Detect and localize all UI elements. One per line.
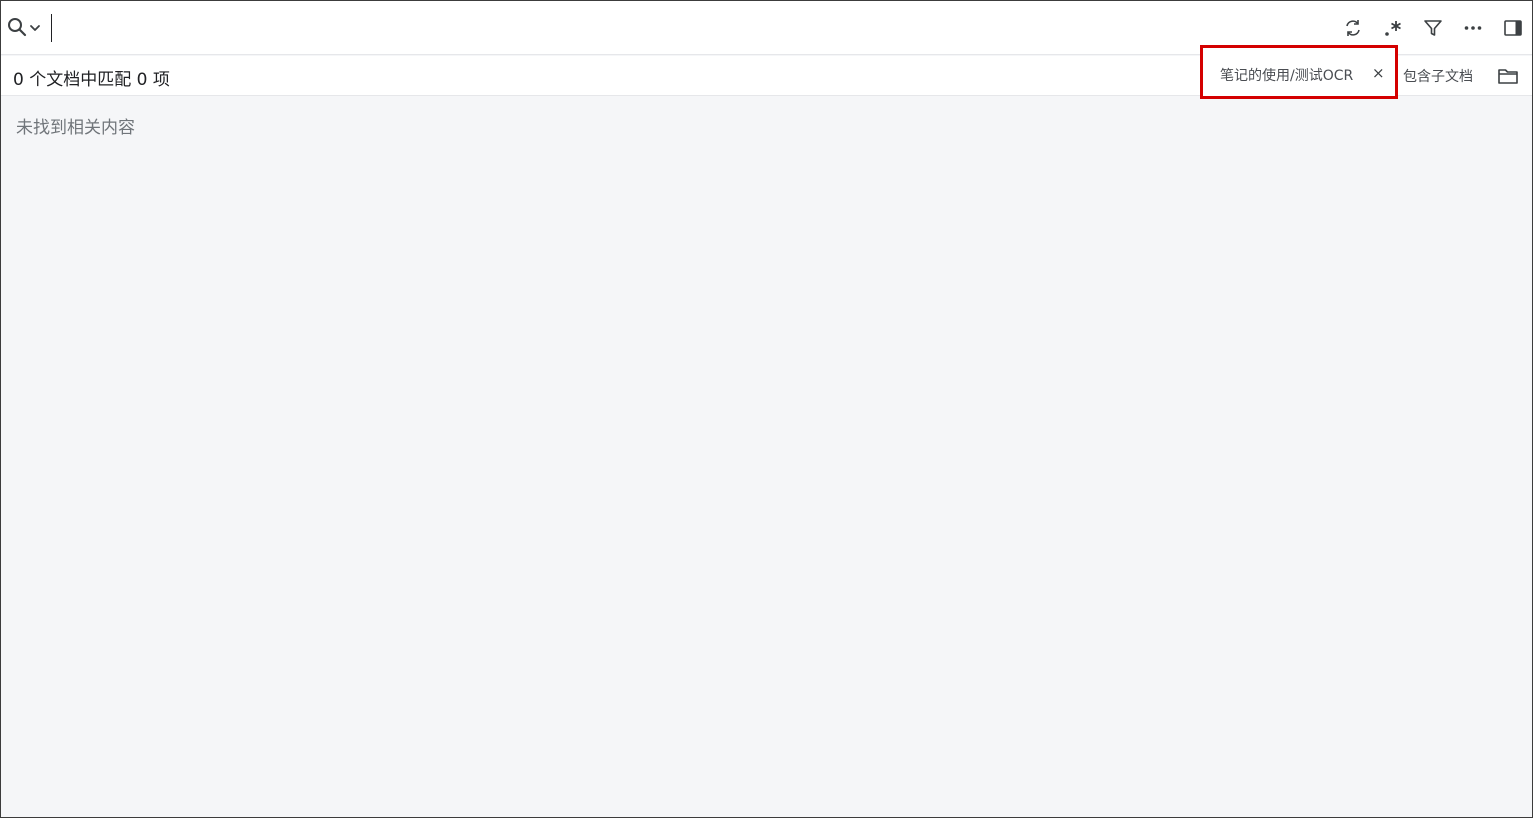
search-icon	[8, 18, 40, 37]
search-toolbar	[1326, 15, 1526, 41]
regex-button[interactable]	[1380, 15, 1406, 41]
path-filter-chip: 笔记的使用/测试OCR ×	[1200, 45, 1398, 99]
refresh-icon	[1346, 20, 1360, 36]
search-mode-dropdown[interactable]	[6, 17, 46, 39]
empty-results-message: 未找到相关内容	[16, 118, 135, 138]
more-button[interactable]	[1460, 15, 1486, 41]
close-icon[interactable]: ×	[1372, 64, 1385, 82]
refresh-button[interactable]	[1340, 15, 1366, 41]
include-children-toggle[interactable]: 包含子文档	[1403, 66, 1473, 86]
filter-button[interactable]	[1420, 15, 1446, 41]
sidebar-toggle-button[interactable]	[1500, 15, 1526, 41]
search-input[interactable]	[52, 13, 1302, 43]
search-info-bar: 0 个文档中匹配 0 项 笔记的使用/测试OCR × 包含子文档	[1, 45, 1532, 99]
match-count: 0 个文档中匹配 0 项	[13, 70, 170, 90]
folder-button[interactable]	[1497, 65, 1519, 87]
sidebar-toggle-icon	[1504, 20, 1522, 36]
search-panel: 0 个文档中匹配 0 项 笔记的使用/测试OCR × 包含子文档 未找到相关内容	[0, 0, 1533, 818]
chevron-down-icon	[30, 25, 40, 31]
path-filter-label: 笔记的使用/测试OCR	[1220, 68, 1354, 84]
regex-icon	[1385, 21, 1401, 36]
folder-icon	[1498, 69, 1518, 84]
filter-icon	[1424, 20, 1442, 36]
more-icon	[1464, 26, 1482, 30]
